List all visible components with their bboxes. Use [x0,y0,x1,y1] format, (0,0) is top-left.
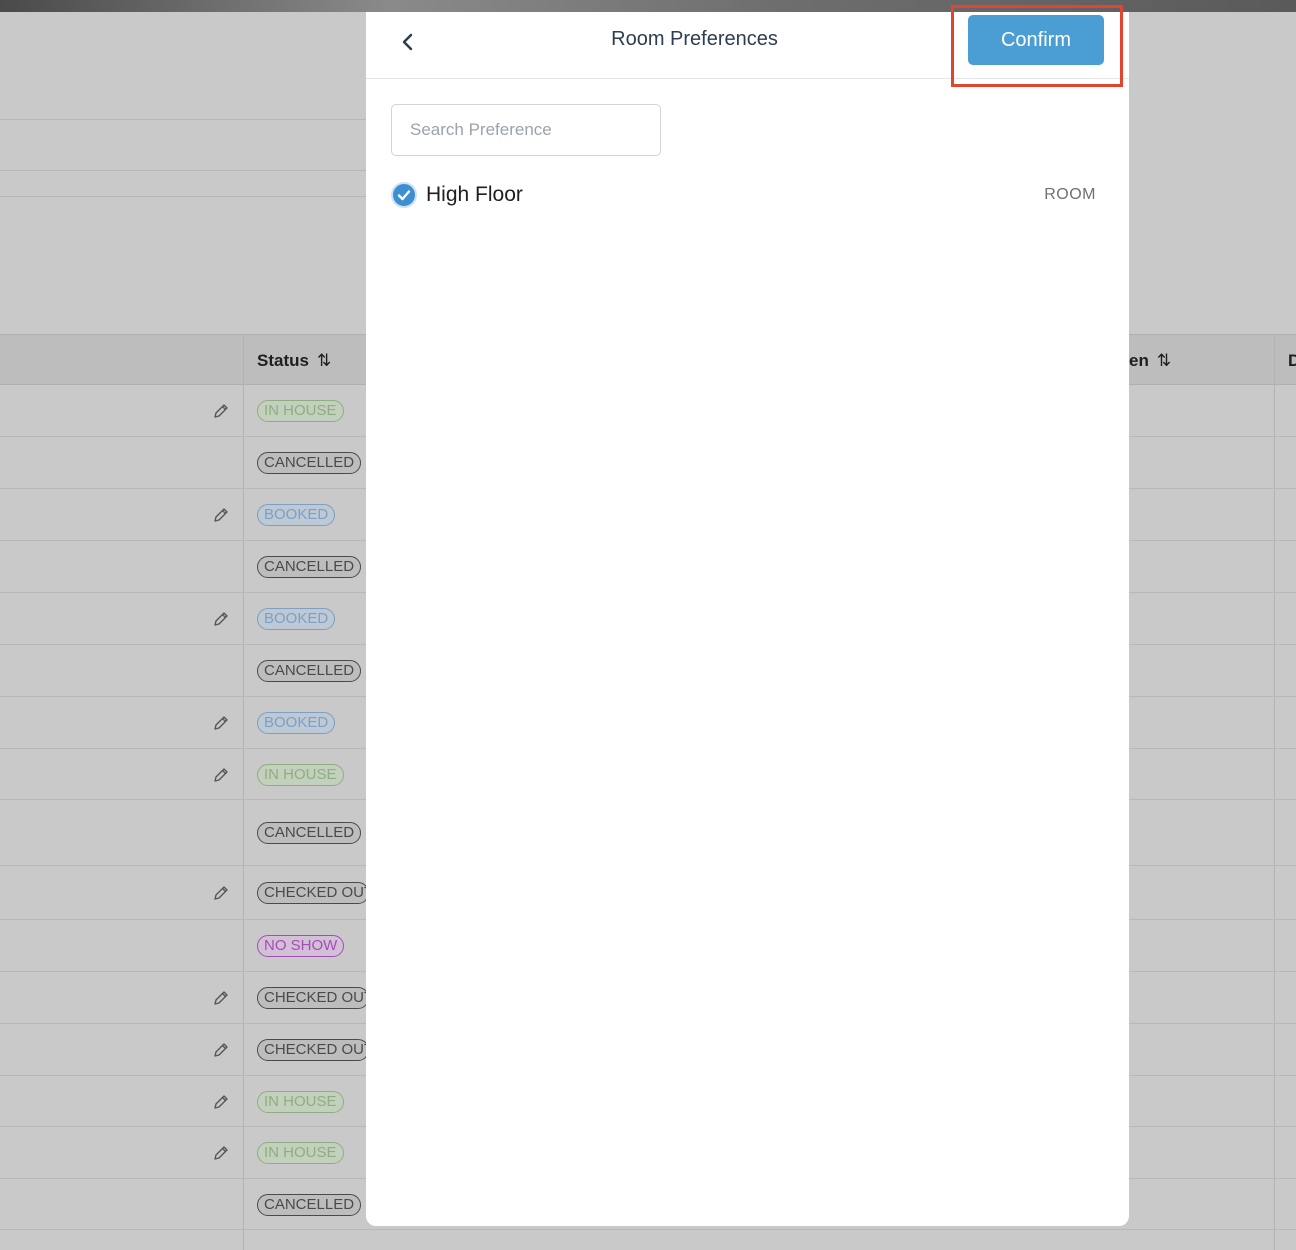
checkbox-checked[interactable] [391,182,417,208]
pencil-icon[interactable] [212,1093,230,1111]
pencil-icon[interactable] [212,506,230,524]
sort-icon[interactable]: ⇅ [1157,351,1171,370]
pencil-icon[interactable] [212,766,230,784]
status-badge: CANCELLED [257,452,362,474]
status-badge: CHECKED OUT [257,987,369,1009]
pencil-icon[interactable] [212,989,230,1007]
bg-divider [0,119,366,120]
pencil-icon[interactable] [212,610,230,628]
status-badge: CANCELLED [257,822,362,844]
bg-divider [0,170,366,171]
room-preferences-modal: Room Preferences Confirm High Floor ROOM [366,12,1129,1226]
bg-divider [0,196,366,197]
sort-icon[interactable]: ⇅ [317,351,331,370]
preference-label: High Floor [426,183,523,206]
status-badge: NO SHOW [257,935,345,957]
status-badge: BOOKED [257,608,336,630]
preference-category: ROOM [1044,186,1096,203]
column-header-status[interactable]: Status ⇅ [257,335,331,386]
modal-title: Room Preferences [611,28,778,50]
confirm-button[interactable]: Confirm [968,15,1104,65]
status-badge: CHECKED OUT [257,882,369,904]
status-badge: IN HOUSE [257,1142,344,1164]
status-badge: IN HOUSE [257,400,344,422]
window-top-bar [0,0,1296,12]
search-preference-input[interactable] [391,104,661,156]
status-badge: BOOKED [257,712,336,734]
status-badge: CANCELLED [257,660,362,682]
pencil-icon[interactable] [212,714,230,732]
pencil-icon[interactable] [212,1144,230,1162]
check-icon [397,190,411,201]
column-header-partial-far[interactable]: D [1288,335,1296,386]
pencil-icon[interactable] [212,402,230,420]
pencil-icon[interactable] [212,884,230,902]
status-badge: BOOKED [257,504,336,526]
status-badge: IN HOUSE [257,763,344,786]
status-badge: CHECKED OUT [257,1039,369,1061]
modal-header: Room Preferences Confirm [366,12,1129,79]
status-badge: IN HOUSE [257,1090,344,1113]
pencil-icon[interactable] [212,1041,230,1059]
status-badge: CANCELLED [257,1193,362,1216]
status-badge: CANCELLED [257,556,362,578]
column-header-partial[interactable]: en ⇅ [1129,335,1171,386]
preference-item[interactable]: High Floor ROOM [391,175,1096,215]
